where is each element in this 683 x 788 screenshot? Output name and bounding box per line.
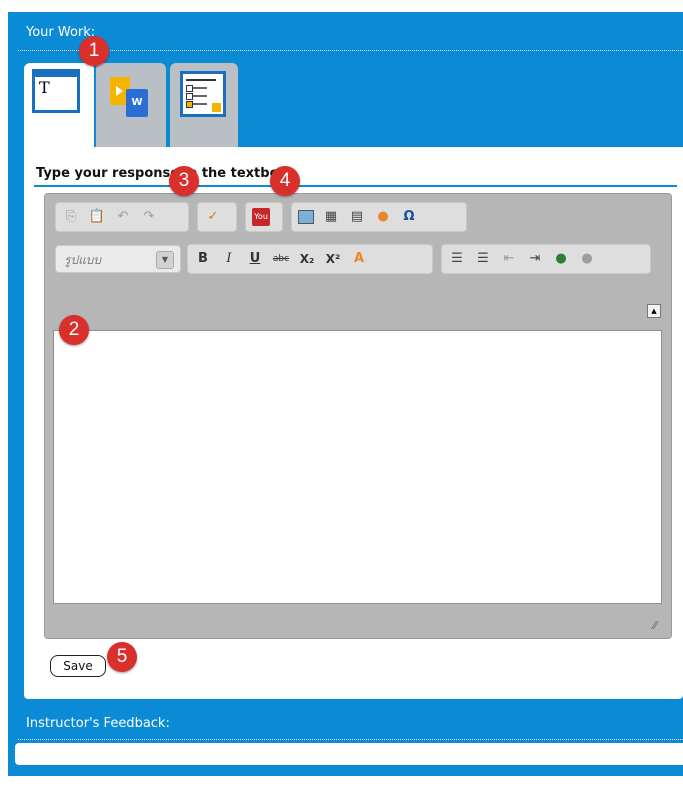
heading-divider — [18, 50, 683, 51]
slides-word-files-icon: W — [110, 77, 154, 117]
format-select-value: รูปแบบ — [64, 253, 102, 267]
horizontal-rule-icon[interactable]: ▤ — [348, 208, 366, 226]
text-T-icon: T — [32, 69, 80, 113]
subscript-icon[interactable]: X₂ — [298, 250, 316, 268]
response-prompt: Type your response in the textbox — [36, 166, 287, 181]
smiley-icon[interactable]: ● — [374, 208, 392, 226]
instructor-feedback-heading: Instructor's Feedback: — [26, 716, 170, 731]
response-textarea[interactable] — [53, 330, 662, 604]
format-select[interactable]: รูปแบบ ▼ — [55, 245, 181, 273]
list-group: ☰ ☰ ⇤ ⇥ ● ● — [441, 244, 651, 274]
step-badge-3: 3 — [169, 166, 199, 196]
chevron-down-icon[interactable]: ▼ — [156, 251, 174, 269]
prompt-underline — [34, 185, 677, 187]
underline-icon[interactable]: U — [246, 250, 264, 268]
spellcheck-icon[interactable]: ✓ — [204, 208, 222, 226]
text-T-glyph: T — [39, 78, 50, 97]
step-badge-1: 1 — [79, 36, 109, 66]
bulleted-list-icon[interactable]: ☰ — [474, 250, 492, 268]
response-content: Type your response in the textbox ⎘ 📋 ↶ … — [24, 147, 683, 699]
strikethrough-icon[interactable]: abc — [272, 250, 290, 268]
image-icon[interactable] — [298, 210, 314, 224]
step-badge-5: 5 — [107, 642, 137, 672]
unlink-icon[interactable]: ● — [578, 250, 596, 268]
text-style-group: B I U abc X₂ X² A — [187, 244, 433, 274]
italic-icon[interactable]: I — [220, 250, 238, 268]
redo-icon[interactable]: ↷ — [140, 208, 158, 226]
feedback-divider — [18, 739, 683, 740]
quiz-tab[interactable] — [170, 63, 238, 147]
undo-icon[interactable]: ↶ — [114, 208, 132, 226]
numbered-list-icon[interactable]: ☰ — [448, 250, 466, 268]
copy-icon[interactable]: ⎘ — [62, 208, 80, 226]
step-badge-4: 4 — [270, 166, 300, 196]
scroll-up-arrow[interactable]: ▲ — [647, 304, 661, 318]
youtube-icon[interactable]: You — [252, 208, 270, 226]
indent-icon[interactable]: ⇥ — [526, 250, 544, 268]
rich-text-editor: ⎘ 📋 ↶ ↷ ✓ You ▦ ▤ ● Ω รูปแบบ ▼ B I U abc… — [44, 193, 672, 639]
insert-group: ▦ ▤ ● Ω — [291, 202, 467, 232]
resize-handle-icon[interactable]: ⁄⁄ — [653, 620, 665, 632]
paste-icon[interactable]: 📋 — [88, 208, 106, 226]
media-group: You — [245, 202, 283, 232]
outdent-icon[interactable]: ⇤ — [500, 250, 518, 268]
superscript-icon[interactable]: X² — [324, 250, 342, 268]
save-button[interactable]: Save — [50, 655, 106, 677]
text-color-icon[interactable]: A — [350, 250, 368, 268]
file-upload-tab[interactable]: W — [96, 63, 166, 147]
checklist-document-icon — [180, 71, 226, 117]
table-icon[interactable]: ▦ — [322, 208, 340, 226]
clipboard-group: ⎘ 📋 ↶ ↷ — [55, 202, 189, 232]
text-tab[interactable]: T — [24, 63, 94, 147]
feedback-box — [15, 743, 683, 765]
step-badge-2: 2 — [59, 315, 89, 345]
bold-icon[interactable]: B — [194, 250, 212, 268]
special-char-omega-icon[interactable]: Ω — [400, 208, 418, 226]
link-icon[interactable]: ● — [552, 250, 570, 268]
spellcheck-group: ✓ — [197, 202, 237, 232]
